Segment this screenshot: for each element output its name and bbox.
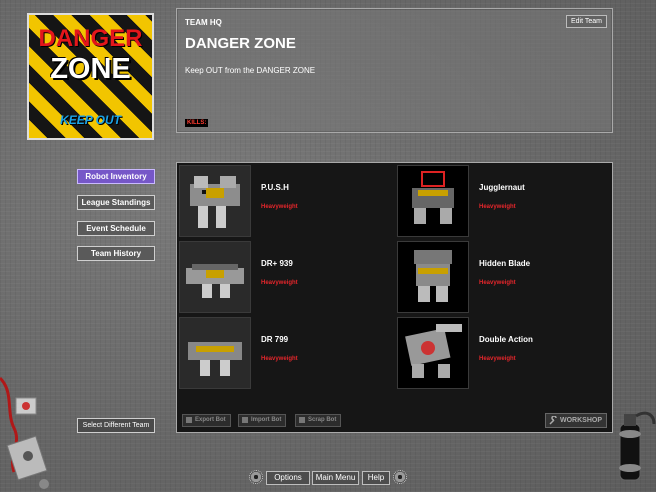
kills-label: KILLS:	[185, 119, 209, 127]
robot-slot-double-action[interactable]: Double Action Heavyweight	[395, 315, 613, 391]
logo-text-danger: DANGER	[38, 25, 143, 52]
export-icon	[186, 417, 192, 423]
team-hq-label: TEAM HQ	[185, 18, 222, 27]
team-motto: Keep OUT from the DANGER ZONE	[185, 66, 316, 75]
robot-inventory-panel: P.U.S.H Heavyweight Jugglernaut Heavywei…	[176, 162, 613, 433]
robot-name: DR 799	[261, 335, 289, 344]
robot-slot-dr-799[interactable]: DR 799 Heavyweight	[177, 315, 395, 391]
robot-slot-jugglernaut[interactable]: Jugglernaut Heavyweight	[395, 163, 613, 239]
robot-thumbnail	[397, 317, 469, 389]
robot-slot-push[interactable]: P.U.S.H Heavyweight	[177, 163, 395, 239]
robot-name: DR+ 939	[261, 259, 293, 268]
robot-weight-class: Heavyweight	[261, 280, 298, 286]
help-button[interactable]: Help	[362, 471, 390, 485]
robot-slot-hidden-blade[interactable]: Hidden Blade Heavyweight	[395, 239, 613, 315]
team-hq-panel: TEAM HQ DANGER ZONE Keep OUT from the DA…	[176, 8, 613, 133]
robot-name: Hidden Blade	[479, 259, 531, 268]
logo-text-zone: ZONE	[50, 53, 131, 85]
cable-decoration-icon	[0, 376, 49, 489]
export-bot-button[interactable]: Export Bot	[182, 414, 231, 427]
menu-event-schedule[interactable]: Event Schedule	[77, 221, 155, 236]
menu-league-standings[interactable]: League Standings	[77, 195, 155, 210]
robot-name: Jugglernaut	[479, 183, 525, 192]
robot-slot-dr-939[interactable]: DR+ 939 Heavyweight	[177, 239, 395, 315]
robot-weight-class: Heavyweight	[479, 356, 516, 362]
robot-thumbnail	[397, 241, 469, 313]
robot-weight-class: Heavyweight	[479, 204, 516, 210]
robot-name: Double Action	[479, 335, 533, 344]
scrap-bot-label: Scrap Bot	[308, 417, 337, 423]
edit-team-button[interactable]: Edit Team	[566, 15, 607, 28]
main-menu-button[interactable]: Main Menu	[312, 471, 359, 485]
inventory-actions: Export Bot Import Bot Scrap Bot WORKSHOP	[177, 410, 612, 432]
gear-icon	[249, 470, 263, 484]
bottom-bar: Options Main Menu Help	[247, 469, 409, 487]
gear-icon	[393, 470, 407, 484]
import-bot-button[interactable]: Import Bot	[238, 414, 287, 427]
menu-team-history[interactable]: Team History	[77, 246, 155, 261]
workshop-button[interactable]: WORKSHOP	[545, 413, 607, 428]
scrap-icon	[299, 417, 305, 423]
options-button[interactable]: Options	[266, 471, 310, 485]
canister-decoration-icon	[619, 411, 656, 481]
robot-weight-class: Heavyweight	[261, 356, 298, 362]
robot-name: P.U.S.H	[261, 183, 289, 192]
robot-thumbnail	[179, 165, 251, 237]
workshop-label: WORKSHOP	[560, 417, 602, 424]
logo-text-keep-out: KEEP OUT	[60, 113, 121, 127]
wrench-icon	[549, 416, 557, 425]
menu-robot-inventory[interactable]: Robot Inventory	[77, 169, 155, 184]
scrap-bot-button[interactable]: Scrap Bot	[295, 414, 342, 427]
import-icon	[242, 417, 248, 423]
robot-thumbnail	[179, 317, 251, 389]
robot-thumbnail	[397, 165, 469, 237]
robot-weight-class: Heavyweight	[261, 204, 298, 210]
select-different-team-button[interactable]: Select Different Team	[77, 418, 155, 433]
export-bot-label: Export Bot	[195, 417, 226, 423]
team-name: DANGER ZONE	[185, 35, 296, 52]
import-bot-label: Import Bot	[251, 417, 282, 423]
robot-weight-class: Heavyweight	[479, 280, 516, 286]
robot-thumbnail	[179, 241, 251, 313]
team-logo: DANGER ZONE KEEP OUT	[27, 13, 154, 140]
